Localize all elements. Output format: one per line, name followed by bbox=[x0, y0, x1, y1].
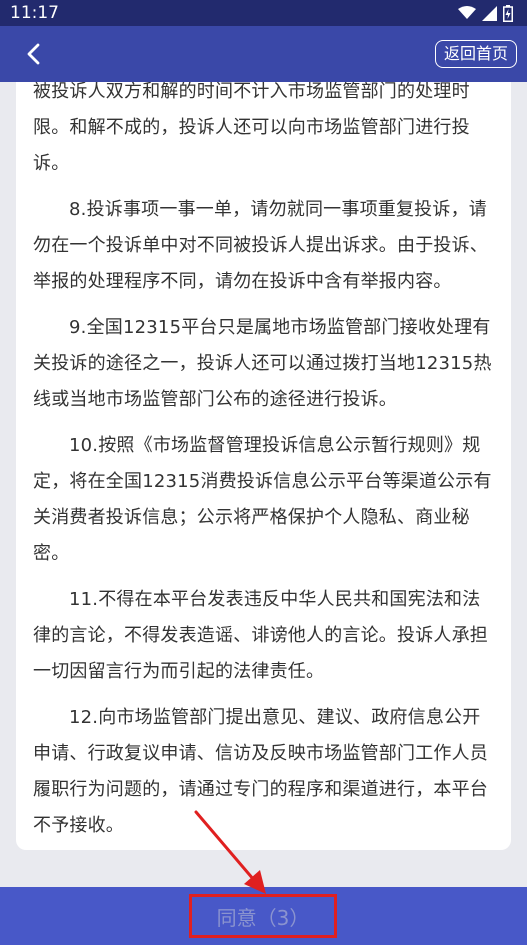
terms-paragraph: 8.投诉事项一事一单，请勿就同一事项重复投诉，请勿在一个投诉单中对不同被投诉人提… bbox=[33, 199, 488, 292]
top-nav-bar: 返回首页 bbox=[0, 26, 527, 82]
status-icons bbox=[458, 4, 513, 22]
chevron-left-icon bbox=[27, 43, 40, 65]
return-home-button[interactable]: 返回首页 bbox=[434, 40, 517, 68]
cellular-signal-icon bbox=[482, 5, 497, 21]
wifi-icon bbox=[458, 6, 476, 19]
terms-text: 被投诉人双方和解的时间不计入市场监管部门的处理时限。和解不成的，投诉人还可以向市… bbox=[33, 82, 496, 850]
back-button[interactable] bbox=[26, 38, 50, 70]
terms-paragraph: 11.不得在本平台发表违反中华人民共和国宪法和法律的言论，不得发表造谣、诽谤他人… bbox=[33, 589, 488, 682]
terms-paragraph: 10.按照《市场监督管理投诉信息公示暂行规则》规定，将在全国12315消费投诉信… bbox=[33, 435, 492, 564]
battery-icon bbox=[503, 4, 513, 22]
terms-content-card: 被投诉人双方和解的时间不计入市场监管部门的处理时限。和解不成的，投诉人还可以向市… bbox=[16, 82, 511, 850]
status-time: 11:17 bbox=[10, 3, 59, 23]
terms-paragraph: 被投诉人双方和解的时间不计入市场监管部门的处理时限。和解不成的，投诉人还可以向市… bbox=[33, 82, 470, 174]
status-bar: 11:17 bbox=[0, 0, 527, 26]
agree-button[interactable]: 同意（3） bbox=[189, 894, 337, 938]
annotation-arrow-icon bbox=[194, 810, 266, 894]
terms-paragraph: 9.全国12315平台只是属地市场监管部门接收处理有关投诉的途径之一，投诉人还可… bbox=[33, 317, 492, 410]
